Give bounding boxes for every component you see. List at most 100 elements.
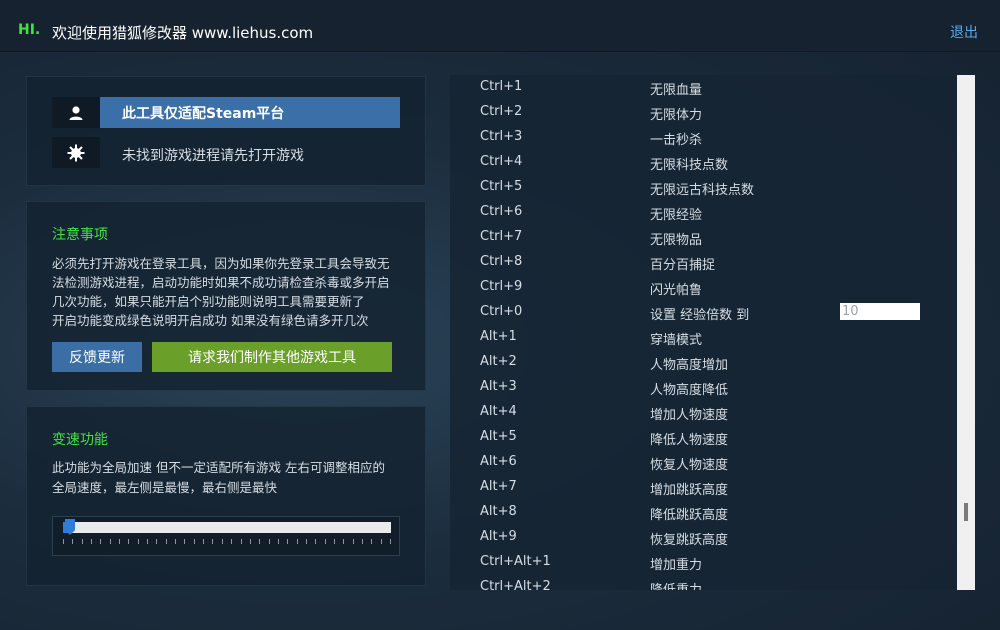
hotkey-row[interactable]: Alt+8 降低跳跃高度 — [450, 500, 955, 525]
speed-description: 此功能为全局加速 但不一定适配所有游戏 左右可调整相应的 全局速度，最左侧是最慢… — [52, 458, 412, 498]
platform-panel: 此工具仅适配Steam平台 未找到游戏进程请先打开游戏 — [26, 76, 426, 186]
hotkey-key: Alt+1 — [480, 329, 517, 344]
hotkey-row[interactable]: Ctrl+2 无限体力 — [450, 100, 955, 125]
hotkey-row[interactable]: Alt+7 增加跳跃高度 — [450, 475, 955, 500]
slider-tick — [381, 539, 382, 544]
greeting: HI. — [18, 22, 41, 38]
hotkey-row[interactable]: Ctrl+9 闪光帕鲁 — [450, 275, 955, 300]
slider-tick — [353, 539, 354, 544]
hotkey-label[interactable]: 增加人物速度 — [650, 404, 728, 423]
speed-line: 此功能为全局加速 但不一定适配所有游戏 左右可调整相应的 — [52, 460, 385, 475]
hotkey-key: Ctrl+6 — [480, 204, 523, 219]
scrollbar-thumb[interactable] — [964, 503, 968, 521]
hotkey-label[interactable]: 设置 经验倍数 到 — [650, 304, 749, 323]
hotkey-label[interactable]: 无限物品 — [650, 229, 702, 248]
slider-tick — [110, 539, 111, 544]
hotkey-row[interactable]: Alt+3 人物高度降低 — [450, 375, 955, 400]
hotkey-key: Ctrl+3 — [480, 129, 523, 144]
hotkey-row[interactable]: Ctrl+Alt+2 降低重力 — [450, 575, 955, 590]
hotkey-row[interactable]: Alt+9 恢复跳跃高度 — [450, 525, 955, 550]
notice-title: 注意事项 — [52, 227, 108, 243]
request-tool-button[interactable]: 请求我们制作其他游戏工具 — [152, 342, 392, 372]
logout-link[interactable]: 退出 — [950, 22, 978, 42]
hotkey-row[interactable]: Ctrl+7 无限物品 — [450, 225, 955, 250]
hotkey-label[interactable]: 恢复人物速度 — [650, 454, 728, 473]
hotkey-key: Ctrl+Alt+1 — [480, 554, 551, 569]
feedback-update-button[interactable]: 反馈更新 — [52, 342, 142, 372]
hotkey-label[interactable]: 穿墙模式 — [650, 329, 702, 348]
hotkey-label[interactable]: 一击秒杀 — [650, 129, 702, 148]
hotkey-label[interactable]: 降低跳跃高度 — [650, 504, 728, 523]
hotkey-key: Ctrl+1 — [480, 79, 523, 94]
slider-tick — [203, 539, 204, 544]
hotkey-row[interactable]: Ctrl+8 百分百捕捉 — [450, 250, 955, 275]
hotkey-key: Ctrl+4 — [480, 154, 523, 169]
hotkey-row[interactable]: Ctrl+6 无限经验 — [450, 200, 955, 225]
hotkey-row[interactable]: Ctrl+5 无限远古科技点数 — [450, 175, 955, 200]
hotkey-key: Ctrl+2 — [480, 104, 523, 119]
speed-slider-track[interactable] — [63, 522, 391, 533]
slider-tick — [119, 539, 120, 544]
speed-line: 全局速度，最左侧是最慢，最右侧是最快 — [52, 480, 278, 495]
hotkey-label[interactable]: 百分百捕捉 — [650, 254, 715, 273]
hotkey-row[interactable]: Alt+2 人物高度增加 — [450, 350, 955, 375]
hotkey-row[interactable]: Alt+4 增加人物速度 — [450, 400, 955, 425]
slider-tick — [315, 539, 316, 544]
slider-tick — [82, 539, 83, 544]
slider-tick — [269, 539, 270, 544]
exp-multiplier-input[interactable] — [840, 303, 920, 320]
hotkey-label[interactable]: 无限体力 — [650, 104, 702, 123]
hotkey-label[interactable]: 无限远古科技点数 — [650, 179, 754, 198]
app-title: 欢迎使用猎狐修改器 www.liehus.com — [52, 24, 314, 42]
slider-tick — [306, 539, 307, 544]
hotkey-label[interactable]: 降低重力 — [650, 579, 702, 590]
hotkey-label[interactable]: 增加跳跃高度 — [650, 479, 728, 498]
notice-line: 法检测游戏进程，启动功能时如果不成功请检查杀毒或多开启 — [52, 275, 390, 290]
notice-panel: 注意事项 必须先打开游戏在登录工具，因为如果你先登录工具会导致无 法检测游戏进程… — [26, 201, 426, 391]
hotkey-key: Alt+4 — [480, 404, 517, 419]
hotkey-label[interactable]: 增加重力 — [650, 554, 702, 573]
speed-panel: 变速功能 此功能为全局加速 但不一定适配所有游戏 左右可调整相应的 全局速度，最… — [26, 406, 426, 586]
hotkey-row[interactable]: Ctrl+Alt+1 增加重力 — [450, 550, 955, 575]
speed-slider[interactable] — [52, 516, 400, 556]
hotkey-row[interactable]: Alt+6 恢复人物速度 — [450, 450, 955, 475]
slider-tick — [278, 539, 279, 544]
hotkey-row[interactable]: Alt+1 穿墙模式 — [450, 325, 955, 350]
title-bar: HI. 欢迎使用猎狐修改器 www.liehus.com 退出 — [0, 0, 1000, 52]
slider-tick — [325, 539, 326, 544]
hotkey-label[interactable]: 人物高度增加 — [650, 354, 728, 373]
hotkey-key: Ctrl+9 — [480, 279, 523, 294]
hotkey-label[interactable]: 无限经验 — [650, 204, 702, 223]
slider-tick — [362, 539, 363, 544]
hotkey-row[interactable]: Ctrl+1 无限血量 — [450, 75, 955, 100]
hotkey-key: Ctrl+8 — [480, 254, 523, 269]
hotkey-row[interactable]: Alt+5 降低人物速度 — [450, 425, 955, 450]
speed-title: 变速功能 — [52, 432, 108, 448]
hotkey-key: Alt+6 — [480, 454, 517, 469]
slider-tick — [343, 539, 344, 544]
hotkey-label[interactable]: 无限科技点数 — [650, 154, 728, 173]
slider-tick — [156, 539, 157, 544]
hotkey-key: Ctrl+5 — [480, 179, 523, 194]
slider-tick — [222, 539, 223, 544]
notice-line: 开启功能变成绿色说明开启成功 如果没有绿色请多开几次 — [52, 313, 369, 328]
slider-tick — [259, 539, 260, 544]
slider-tick — [212, 539, 213, 544]
hotkey-scrollbar[interactable] — [957, 75, 975, 590]
slider-tick — [334, 539, 335, 544]
hotkey-label[interactable]: 闪光帕鲁 — [650, 279, 702, 298]
hotkey-label[interactable]: 人物高度降低 — [650, 379, 728, 398]
slider-tick — [184, 539, 185, 544]
hotkey-row[interactable]: Ctrl+4 无限科技点数 — [450, 150, 955, 175]
slider-tick — [166, 539, 167, 544]
hotkey-row[interactable]: Ctrl+0 设置 经验倍数 到 — [450, 300, 955, 325]
notice-line: 几次功能，如果只能开启个别功能则说明工具需要更新了 — [52, 294, 365, 309]
hotkey-label[interactable]: 降低人物速度 — [650, 429, 728, 448]
hotkey-label[interactable]: 无限血量 — [650, 79, 702, 98]
slider-tick — [390, 539, 391, 544]
slider-tick — [250, 539, 251, 544]
slider-tick — [175, 539, 176, 544]
hotkey-row[interactable]: Ctrl+3 一击秒杀 — [450, 125, 955, 150]
hotkey-label[interactable]: 恢复跳跃高度 — [650, 529, 728, 548]
slider-tick — [128, 539, 129, 544]
